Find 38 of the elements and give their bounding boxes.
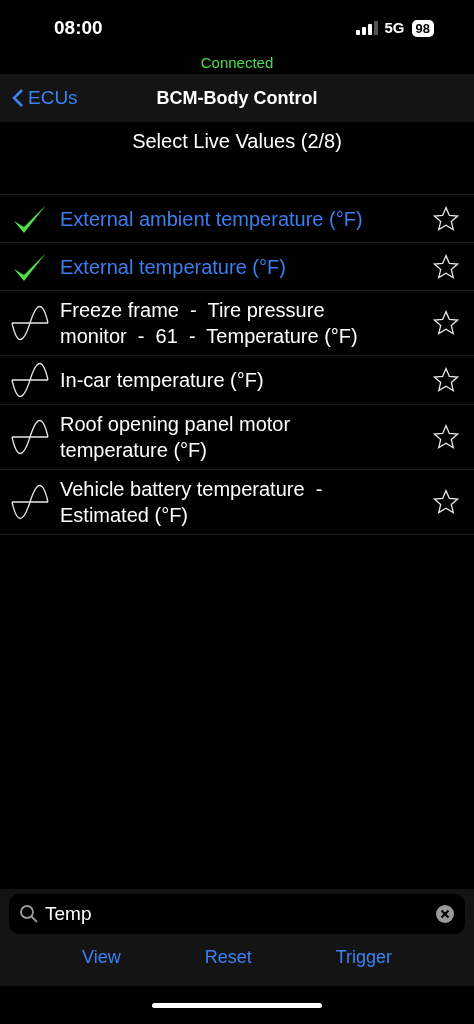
- screen-title: BCM-Body Control: [156, 86, 318, 110]
- search-bar[interactable]: Temp: [9, 894, 465, 934]
- star-icon[interactable]: [433, 489, 459, 515]
- chevron-left-icon: [12, 88, 24, 108]
- clear-icon[interactable]: [435, 904, 455, 924]
- sine-wave-icon: [11, 305, 49, 341]
- value-label: Vehicle battery temperature - Estimated (°F): [60, 477, 324, 528]
- value-label: Freeze frame - Tire pressure monitor - 61 - Temperature (°F): [60, 298, 359, 349]
- page-subtitle: Select Live Values (2/8): [132, 129, 342, 154]
- search-icon: [19, 904, 39, 924]
- sine-wave-icon: [11, 362, 49, 398]
- live-value-row[interactable]: In-car temperature (°F): [0, 356, 474, 405]
- connection-status: Connected: [200, 52, 274, 73]
- star-icon[interactable]: [433, 205, 459, 232]
- star-icon[interactable]: [433, 367, 459, 393]
- live-value-row[interactable]: Vehicle battery temperature - Estimated (°F): [0, 470, 474, 535]
- sine-wave-icon: [11, 484, 49, 520]
- toolbar-button[interactable]: Reset: [196, 943, 260, 971]
- network-label: 5G: [384, 17, 405, 38]
- value-label: Roof opening panel motor temperature (°F): [60, 412, 292, 463]
- live-value-row[interactable]: External temperature (°F): [0, 243, 474, 291]
- value-label: External ambient temperature (°F): [60, 206, 364, 232]
- toolbar-button[interactable]: Trigger: [327, 943, 400, 971]
- toolbar-button[interactable]: View: [74, 943, 129, 971]
- star-icon[interactable]: [433, 310, 459, 336]
- status-time: 08:00: [54, 15, 103, 40]
- live-value-row[interactable]: External ambient temperature (°F): [0, 195, 474, 243]
- search-field[interactable]: Temp: [45, 899, 429, 929]
- live-value-row[interactable]: Freeze frame - Tire pressure monitor - 61 - Temperature (°F): [0, 291, 474, 356]
- signal-icon: [355, 21, 378, 35]
- value-label: External temperature (°F): [60, 254, 287, 280]
- value-label: In-car temperature (°F): [60, 368, 265, 393]
- back-button[interactable]: ECUs: [12, 83, 78, 113]
- star-icon[interactable]: [433, 253, 459, 280]
- battery-level: 98: [411, 19, 434, 37]
- star-icon[interactable]: [433, 424, 459, 450]
- sine-wave-icon: [11, 419, 49, 455]
- live-value-row[interactable]: Roof opening panel motor temperature (°F): [0, 405, 474, 470]
